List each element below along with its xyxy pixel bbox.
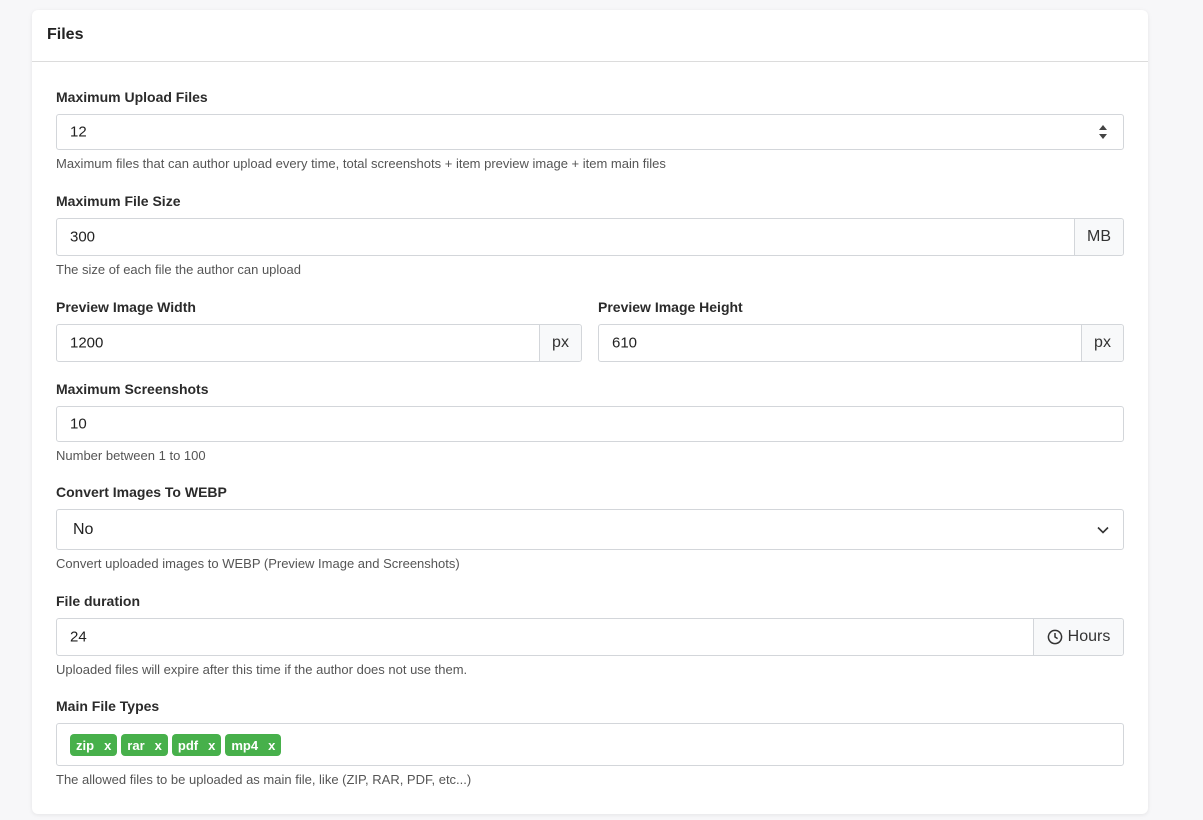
preview-height-input[interactable]: 610 px [598, 324, 1124, 362]
webp-select[interactable]: No [56, 509, 1124, 550]
preview-width-value: 1200 [70, 334, 104, 352]
tag-rar: rar x [121, 734, 168, 756]
max-size-label: Maximum File Size [56, 193, 181, 209]
tag-remove-button[interactable]: x [155, 738, 162, 753]
max-screenshots-help: Number between 1 to 100 [56, 448, 206, 463]
files-card: Files Maximum Upload Files 12 Maximum fi… [32, 10, 1148, 814]
tag-zip: zip x [70, 734, 118, 756]
tag-list: zip x rar x pdf x mp4 x [70, 734, 282, 756]
max-size-help: The size of each file the author can upl… [56, 262, 301, 277]
tag-label: pdf [177, 737, 199, 753]
up-down-icon[interactable] [1097, 123, 1109, 143]
duration-unit-addon: Hours [1033, 619, 1123, 655]
webp-help: Convert uploaded images to WEBP (Preview… [56, 556, 460, 571]
preview-height-label: Preview Image Height [598, 299, 743, 315]
duration-value: 24 [70, 628, 87, 646]
duration-label: File duration [56, 593, 140, 609]
card-title: Files [47, 26, 84, 43]
webp-label: Convert Images To WEBP [56, 484, 227, 500]
tag-label: zip [76, 737, 95, 753]
duration-input[interactable]: 24 Hours [56, 618, 1124, 656]
max-upload-input[interactable]: 12 [56, 114, 1124, 150]
tag-mp4: mp4 x [225, 734, 282, 756]
file-types-input[interactable]: zip x rar x pdf x mp4 x [56, 723, 1124, 766]
max-upload-label: Maximum Upload Files [56, 89, 208, 105]
max-size-unit: MB [1074, 219, 1123, 255]
preview-height-unit: px [1081, 325, 1123, 361]
duration-help: Uploaded files will expire after this ti… [56, 662, 468, 677]
preview-width-label: Preview Image Width [56, 299, 196, 315]
max-size-input[interactable]: 300 MB [56, 218, 1124, 256]
tag-remove-button[interactable]: x [268, 738, 275, 753]
tag-remove-button[interactable]: x [104, 738, 111, 753]
webp-selected: No [73, 520, 94, 538]
tag-pdf: pdf x [171, 734, 222, 756]
card-header: Files [32, 10, 1148, 62]
file-types-label: Main File Types [56, 698, 160, 714]
max-screenshots-input[interactable]: 10 [56, 406, 1124, 442]
file-types-help: The allowed files to be uploaded as main… [56, 772, 472, 787]
preview-height-value: 610 [612, 334, 638, 352]
clock-icon [1047, 629, 1063, 645]
max-screenshots-value: 10 [70, 415, 87, 433]
tag-label: mp4 [231, 737, 259, 753]
max-screenshots-label: Maximum Screenshots [56, 381, 209, 397]
duration-unit: Hours [1067, 628, 1111, 645]
chevron-down-icon [1097, 526, 1109, 534]
max-upload-value: 12 [70, 123, 87, 141]
preview-width-unit: px [539, 325, 581, 361]
max-upload-help: Maximum files that can author upload eve… [56, 156, 666, 171]
preview-width-input[interactable]: 1200 px [56, 324, 582, 362]
tag-label: rar [127, 737, 145, 753]
tag-remove-button[interactable]: x [208, 738, 215, 753]
max-size-value: 300 [70, 228, 96, 246]
